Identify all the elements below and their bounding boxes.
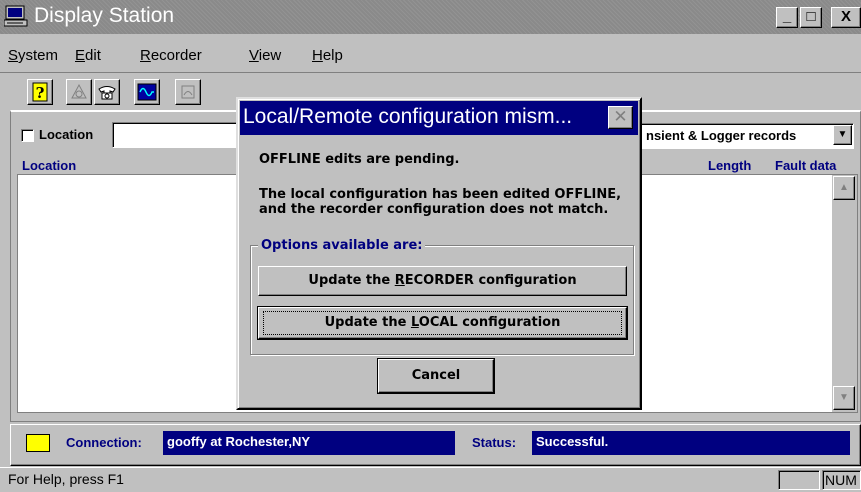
menu-help[interactable]: Help: [312, 47, 343, 64]
connection-status-led: [26, 434, 50, 452]
menu-edit[interactable]: Edit: [75, 47, 101, 64]
location-checkbox[interactable]: [21, 129, 34, 142]
menu-recorder[interactable]: Recorder: [140, 47, 202, 64]
scroll-up-arrow-icon[interactable]: ▲: [833, 176, 855, 200]
status-bar-help-text: For Help, press F1: [8, 471, 124, 487]
column-header-length[interactable]: Length: [708, 158, 751, 173]
status-value: Successful.: [532, 431, 850, 455]
status-bar: [0, 467, 861, 492]
window-title: Display Station: [34, 4, 175, 27]
dial-icon[interactable]: [66, 79, 92, 105]
menu-help-accel: H: [312, 47, 323, 64]
menu-bar: System Edit Recorder View Help: [0, 34, 861, 73]
close-button[interactable]: X: [831, 7, 861, 28]
location-input[interactable]: [112, 122, 252, 148]
menu-edit-label: dit: [85, 47, 101, 64]
menu-recorder-accel: R: [140, 47, 151, 64]
focus-rectangle: [263, 311, 622, 335]
connection-value: gooffy at Rochester,NY: [163, 431, 455, 455]
menu-view-label: iew: [258, 47, 282, 64]
svg-text:?: ?: [36, 84, 45, 102]
update-recorder-config-button[interactable]: Update the RECORDER configuration: [258, 266, 627, 296]
update-local-config-button[interactable]: Update the LOCAL configuration: [257, 306, 628, 340]
menu-recorder-label: ecorder: [150, 47, 202, 64]
column-header-location[interactable]: Location: [22, 158, 76, 173]
update-recorder-label-pre: Update the: [308, 273, 395, 288]
help-question-icon[interactable]: ?: [27, 79, 53, 105]
app-computer-icon[interactable]: [3, 5, 28, 27]
num-lock-indicator: NUM: [822, 470, 861, 490]
menu-system-accel: S: [8, 47, 19, 64]
records-type-value: nsient & Logger records: [646, 128, 797, 143]
dropdown-arrow-icon[interactable]: ▼: [833, 125, 852, 145]
dialog-message-pending: OFFLINE edits are pending.: [259, 152, 460, 167]
list-vertical-scrollbar[interactable]: ▲ ▼: [832, 175, 857, 412]
options-group-label: Options available are:: [258, 238, 426, 253]
update-recorder-accel: R: [394, 273, 405, 288]
dialog-title: Local/Remote configuration mism...: [243, 105, 573, 128]
column-header-fault-data[interactable]: Fault data: [775, 158, 836, 173]
maximize-button[interactable]: □: [800, 7, 822, 28]
waveform-icon[interactable]: [134, 79, 160, 105]
connection-label: Connection:: [66, 435, 142, 450]
minimize-button[interactable]: _: [776, 7, 798, 28]
hangup-icon[interactable]: [175, 79, 201, 105]
location-filter-label: Location: [39, 127, 94, 142]
status-bar-panel: [778, 470, 820, 490]
cancel-button[interactable]: Cancel: [377, 358, 495, 394]
menu-help-label: elp: [322, 47, 343, 64]
status-label: Status:: [472, 435, 517, 450]
menu-view-accel: V: [249, 47, 259, 64]
menu-system-label: ystem: [18, 47, 59, 64]
dialog-close-icon[interactable]: ✕: [608, 106, 633, 129]
scroll-down-arrow-icon[interactable]: ▼: [833, 386, 855, 410]
menu-edit-accel: E: [75, 47, 86, 64]
dialog-message-detail: The local configuration has been edited …: [259, 187, 622, 217]
menu-view[interactable]: View: [249, 47, 281, 64]
menu-system[interactable]: System: [8, 47, 58, 64]
update-recorder-label-post: ECORDER configuration: [404, 273, 577, 288]
telephone-icon[interactable]: [94, 79, 120, 105]
